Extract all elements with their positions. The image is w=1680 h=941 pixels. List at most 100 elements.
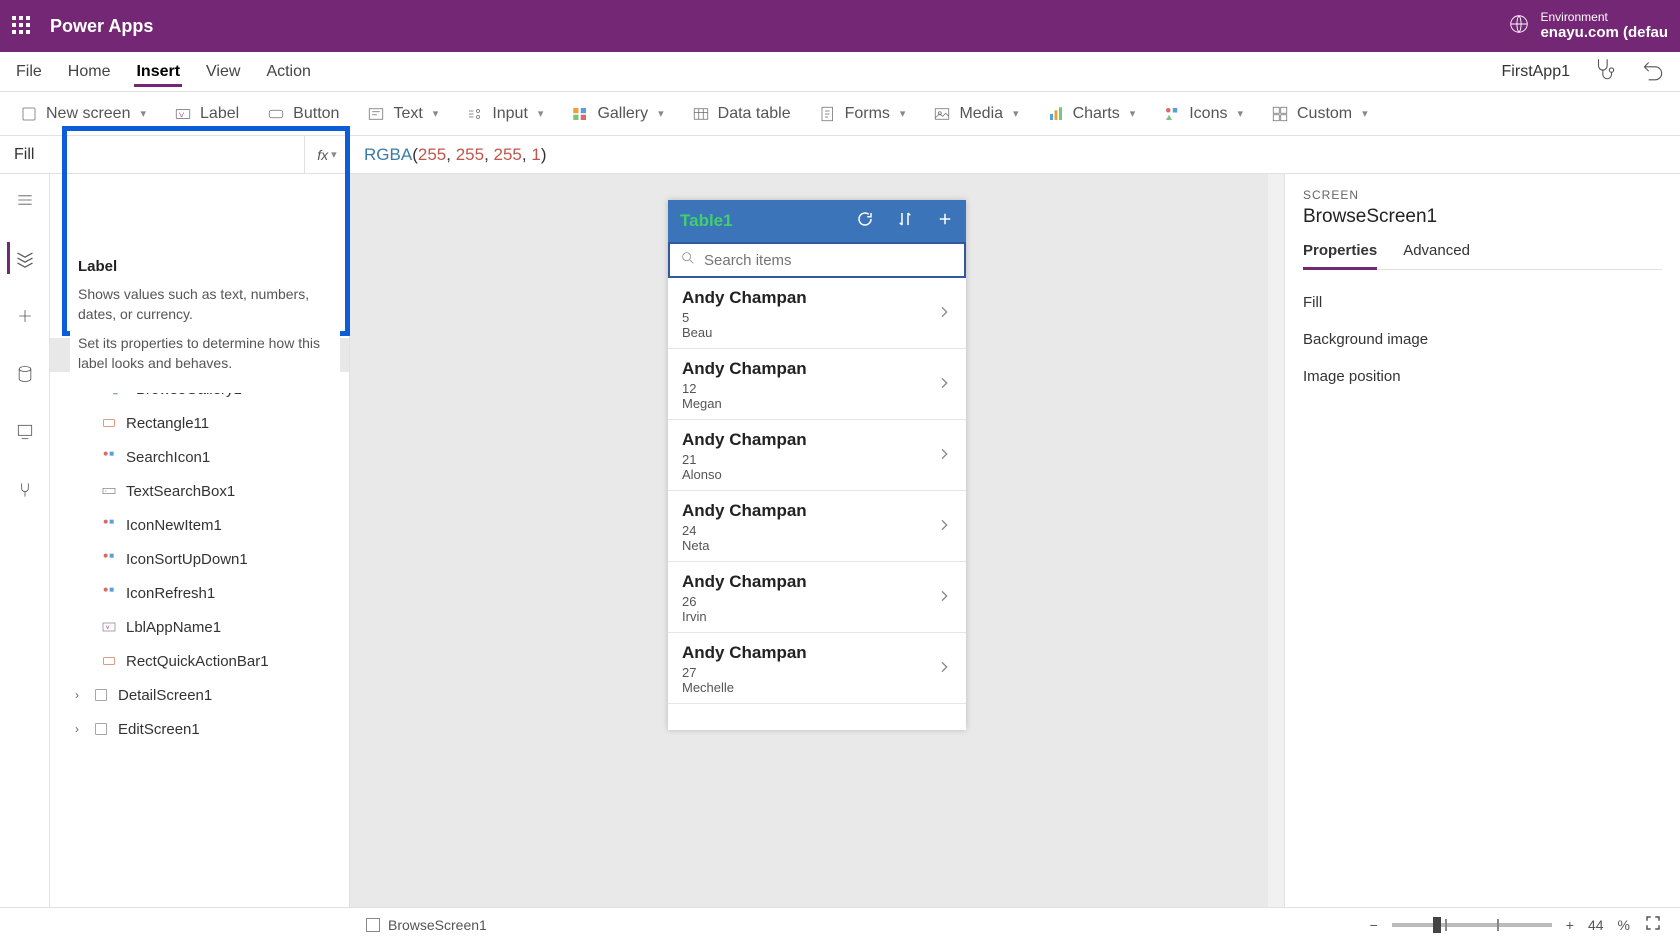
sort-icon[interactable] xyxy=(896,210,914,233)
search-input[interactable] xyxy=(704,252,954,269)
tree-searchicon1[interactable]: SearchIcon1 xyxy=(50,440,349,474)
expand-icon[interactable]: › xyxy=(70,688,84,702)
insert-icons-button[interactable]: Icons▾ xyxy=(1163,105,1243,123)
tree-iconsortupdown1[interactable]: IconSortUpDown1 xyxy=(50,542,349,576)
fullscreen-icon[interactable] xyxy=(1644,914,1662,935)
gallery-item[interactable]: Andy Champan 12Megan xyxy=(668,349,966,420)
tree-lblappname1[interactable]: LblAppName1 xyxy=(50,610,349,644)
insert-gallery-button[interactable]: Gallery▾ xyxy=(571,105,663,123)
gallery-item[interactable]: Andy Champan26Irvin xyxy=(668,562,966,633)
tab-advanced[interactable]: Advanced xyxy=(1403,242,1470,269)
zoom-in-button[interactable]: + xyxy=(1566,917,1574,933)
fx-label: fx xyxy=(317,147,328,163)
gallery-item-num: 21 xyxy=(682,452,807,467)
status-screen-icon xyxy=(366,918,380,932)
browse-gallery[interactable]: Andy Champan5BeauAndy Champan12MeganAndy… xyxy=(668,278,966,730)
phone-preview[interactable]: Table1 Andy Champan5BeauAndy Champan12Me… xyxy=(668,200,966,730)
iconctl-icon xyxy=(100,550,118,568)
fx-indicator[interactable]: fx▾ xyxy=(305,136,350,173)
insert-charts-button[interactable]: Charts▾ xyxy=(1047,105,1136,123)
chevron-down-icon: ▾ xyxy=(1013,107,1019,120)
insert-label-text: Label xyxy=(200,105,239,123)
rail-media-icon[interactable] xyxy=(9,416,41,448)
menu-file[interactable]: File xyxy=(14,57,44,87)
insert-datatable-label: Data table xyxy=(718,105,791,123)
environment-picker[interactable]: Environment enayu.com (defau xyxy=(1508,10,1668,42)
insert-button-button[interactable]: Button xyxy=(267,105,339,123)
iconctl-icon xyxy=(100,516,118,534)
menu-action[interactable]: Action xyxy=(264,57,312,87)
insert-custom-button[interactable]: Custom▾ xyxy=(1271,105,1368,123)
insert-media-button[interactable]: Media ▾ xyxy=(933,105,1018,123)
insert-forms-button[interactable]: Forms▾ xyxy=(819,105,906,123)
tree-view-panel: Label Shows values such as text, numbers… xyxy=(50,174,350,907)
prop-fill[interactable]: Fill xyxy=(1303,284,1662,321)
gallery-item-num: 12 xyxy=(682,381,807,396)
undo-icon[interactable] xyxy=(1640,56,1666,87)
iconctl-icon xyxy=(100,448,118,466)
gallery-item-num: 5 xyxy=(682,310,807,325)
gallery-item-sub: Alonso xyxy=(682,467,807,482)
tree-iconrefresh1[interactable]: IconRefresh1 xyxy=(50,576,349,610)
new-screen-button[interactable]: New screen▾ xyxy=(20,105,146,123)
menu-view[interactable]: View xyxy=(204,57,242,87)
tree-screen-detailscreen1[interactable]: › DetailScreen1 xyxy=(50,678,349,712)
chevron-down-icon: ▾ xyxy=(900,107,906,120)
gallery-item[interactable]: Andy Champan21Alonso xyxy=(668,420,966,491)
rail-advanced-icon[interactable] xyxy=(9,474,41,506)
menu-home[interactable]: Home xyxy=(66,57,113,87)
gallery-item-sub: Megan xyxy=(682,396,807,411)
insert-text-button[interactable]: Text▾ xyxy=(367,105,438,123)
menu-insert[interactable]: Insert xyxy=(134,57,182,87)
status-bar: BrowseScreen1 − + 44 % xyxy=(0,907,1680,941)
formula-fn: RGBA xyxy=(364,145,412,165)
canvas-scrollbar[interactable] xyxy=(1268,174,1284,907)
rail-data-icon[interactable] xyxy=(9,358,41,390)
gallery-item-name: Andy Champan xyxy=(682,572,807,592)
chevron-down-icon: ▾ xyxy=(1130,107,1136,120)
screen-icon xyxy=(92,686,110,704)
gallery-item-name: Andy Champan xyxy=(682,359,807,379)
insert-datatable-button[interactable]: Data table xyxy=(692,105,791,123)
prop-image-position[interactable]: Image position xyxy=(1303,358,1662,395)
gallery-item[interactable]: Andy Champan 5Beau xyxy=(668,278,966,349)
prop-background-image[interactable]: Background image xyxy=(1303,321,1662,358)
formula-arg: 255 xyxy=(418,145,446,165)
formula-input[interactable]: RGBA(255, 255, 255, 1) xyxy=(350,136,1680,173)
tree-label: RectQuickActionBar1 xyxy=(126,653,269,670)
gallery-item[interactable]: Andy Champan24Neta xyxy=(668,491,966,562)
app-launcher-icon[interactable] xyxy=(12,16,32,36)
zoom-slider[interactable] xyxy=(1392,923,1552,927)
chevron-down-icon: ▾ xyxy=(1362,107,1368,120)
tree-rectquickactionbar1[interactable]: RectQuickActionBar1 xyxy=(50,644,349,678)
property-selector[interactable]: Fill xyxy=(0,136,305,173)
environment-label: Environment xyxy=(1540,10,1668,24)
insert-media-label: Media xyxy=(959,105,1003,123)
tree-label: LblAppName1 xyxy=(126,619,221,636)
app-name[interactable]: FirstApp1 xyxy=(1502,63,1570,81)
insert-input-button[interactable]: Input▾ xyxy=(466,105,543,123)
tooltip-desc-1: Shows values such as text, numbers, date… xyxy=(78,285,332,324)
tree-label: IconRefresh1 xyxy=(126,585,215,602)
app-checker-icon[interactable] xyxy=(1592,56,1618,87)
search-box[interactable] xyxy=(668,242,966,278)
expand-icon[interactable]: › xyxy=(70,722,84,736)
insert-label-button[interactable]: Label xyxy=(174,105,239,123)
zoom-out-button[interactable]: − xyxy=(1370,917,1378,933)
gallery-item-sub: Beau xyxy=(682,325,807,340)
canvas-area[interactable]: Table1 Andy Champan5BeauAndy Champan12Me… xyxy=(350,174,1284,907)
rail-insert-icon[interactable] xyxy=(9,300,41,332)
chevron-down-icon: ▾ xyxy=(140,107,146,120)
tree-iconnewitem1[interactable]: IconNewItem1 xyxy=(50,508,349,542)
tree-screen-editscreen1[interactable]: › EditScreen1 xyxy=(50,712,349,746)
gallery-item[interactable]: Andy Champan27Mechelle xyxy=(668,633,966,704)
add-icon[interactable] xyxy=(936,210,954,233)
tree-rectangle11[interactable]: Rectangle11 xyxy=(50,406,349,440)
refresh-icon[interactable] xyxy=(856,210,874,233)
rail-hamburger-icon[interactable] xyxy=(9,184,41,216)
gallery-item-name: Andy Champan xyxy=(682,288,807,308)
chevron-right-icon xyxy=(936,659,952,680)
rail-tree-icon[interactable] xyxy=(7,242,39,274)
tree-textsearchbox1[interactable]: TextSearchBox1 xyxy=(50,474,349,508)
tab-properties[interactable]: Properties xyxy=(1303,242,1377,270)
